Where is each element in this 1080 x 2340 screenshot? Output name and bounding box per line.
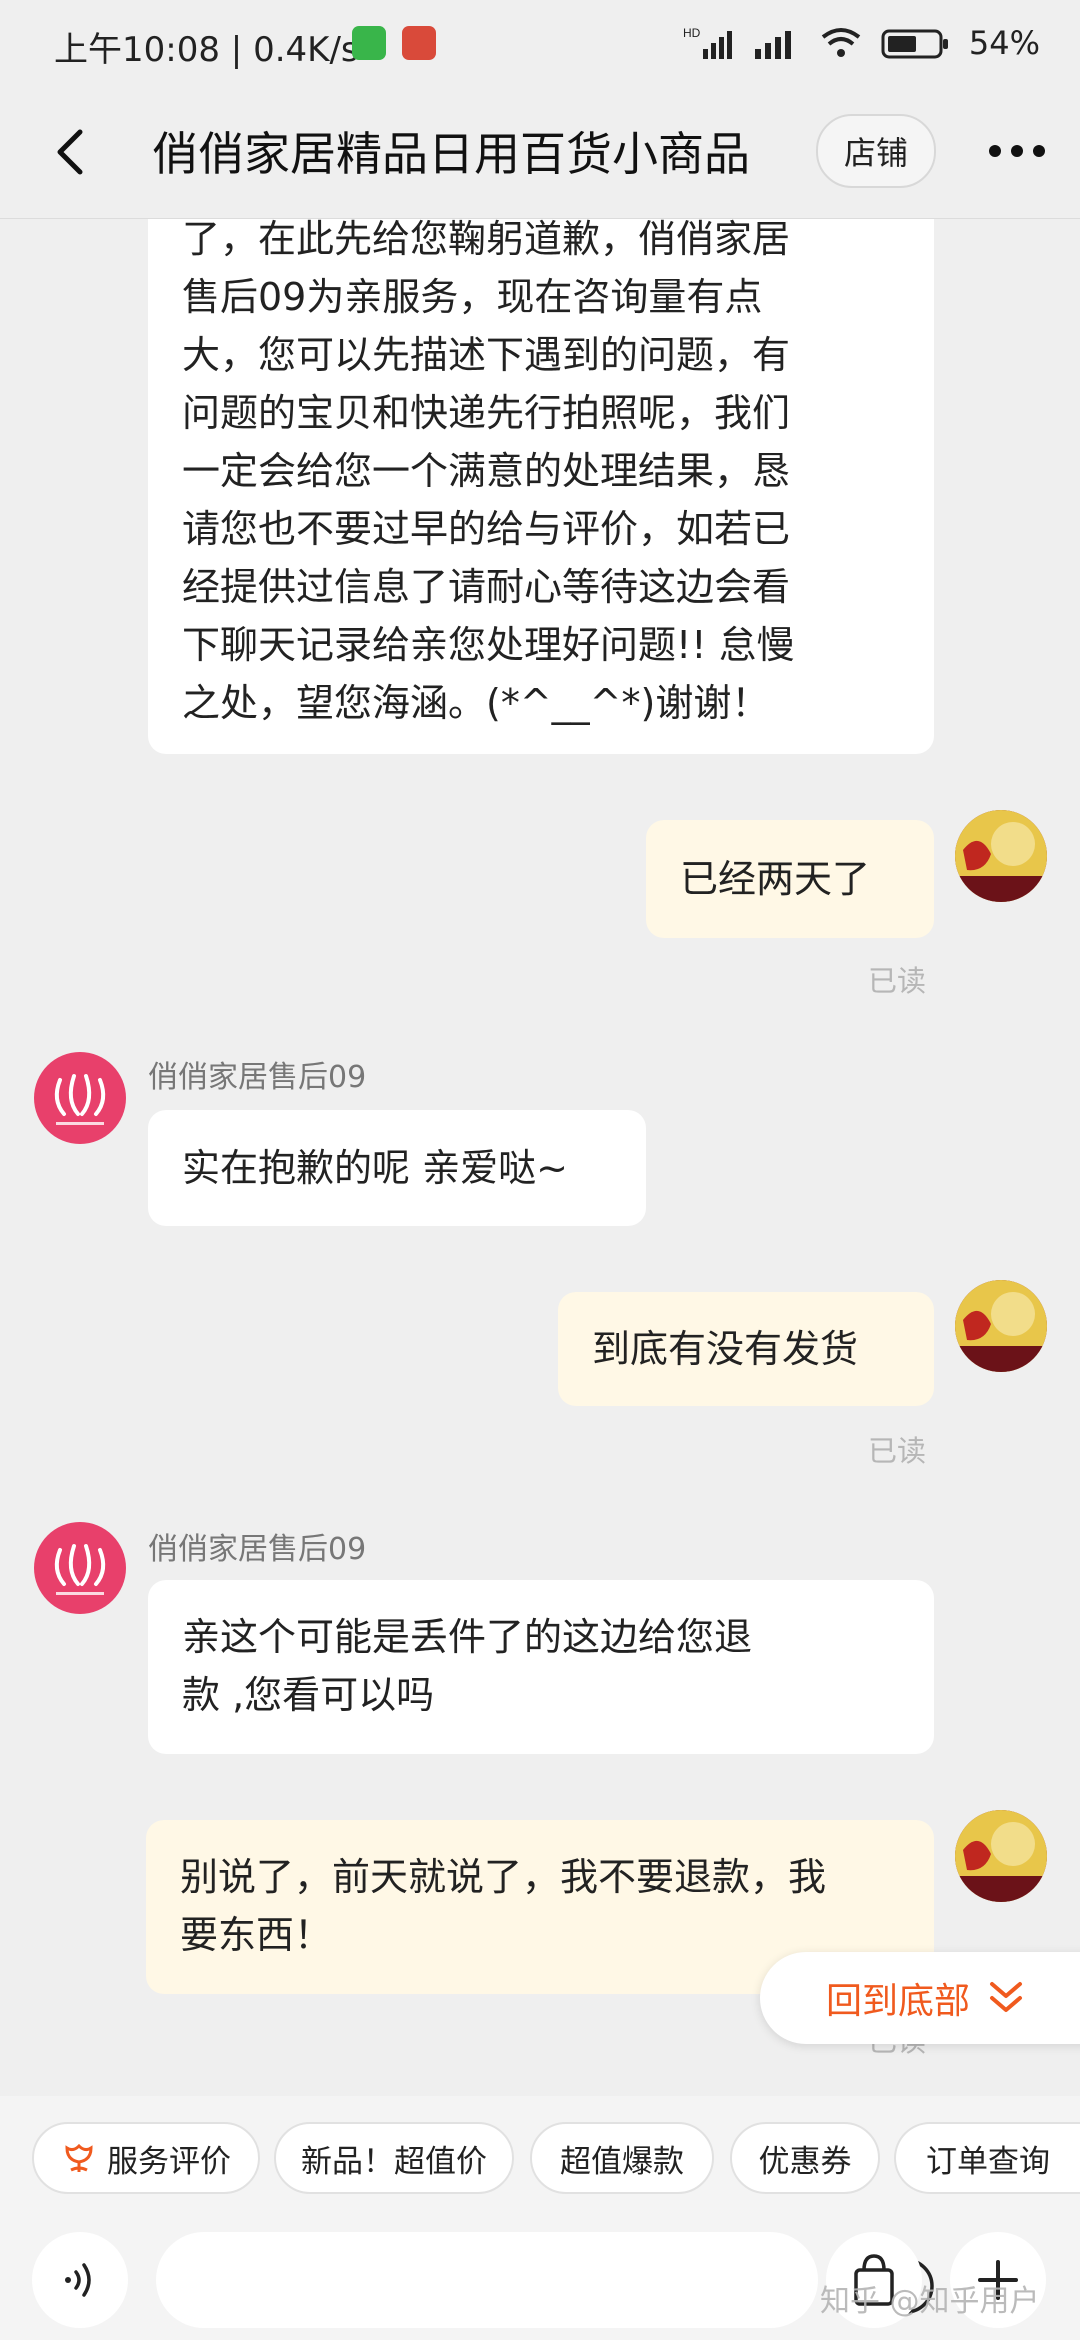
message-text: 到底有没有发货 — [592, 1327, 859, 1371]
shop-logo-icon — [54, 1074, 106, 1125]
shop-logo-icon — [54, 1544, 106, 1595]
watermark-text: 知乎 @知乎用户 — [820, 2284, 1040, 2319]
message-line: 亲这个可能是丢件了的这边给您退 — [182, 1615, 753, 1659]
message-bubble-me: 已经两天了 — [646, 820, 934, 938]
user-avatar[interactable] — [955, 1810, 1047, 1902]
voice-input-button[interactable] — [32, 2232, 128, 2328]
wechat-icon — [352, 26, 386, 60]
message-line: 大，您可以先描述下遇到的问题，有 — [182, 333, 791, 377]
toutiao-icon — [402, 26, 436, 60]
jump-to-bottom-button[interactable]: 回到底部 — [760, 1952, 1080, 2044]
voice-icon — [65, 2263, 91, 2297]
chip-service-rating[interactable]: 服务评价 — [32, 2122, 260, 2194]
message-input[interactable] — [156, 2232, 934, 2328]
message-text: 实在抱歉的呢 亲爱哒~ — [182, 1146, 568, 1190]
message-line: 一定会给您一个满意的处理结果，恳 — [182, 449, 791, 493]
chip-label: 超值爆款 — [560, 2143, 684, 2180]
shop-avatar[interactable] — [34, 1052, 126, 1144]
signal-icon — [754, 31, 791, 59]
quick-actions-bar: 服务评价 新品！超值价 超值爆款 优惠券 订单查询 — [0, 2096, 1080, 2222]
message-line: 下聊天记录给亲您处理好问题!! 怠慢 — [182, 623, 795, 667]
back-arrow-icon[interactable] — [42, 122, 102, 182]
rating-flower-icon — [65, 2143, 93, 2172]
message-bubble-shop: 亲这个可能是丢件了的这边给您退 款 ,您看可以吗 — [148, 1580, 934, 1754]
status-icons: HD 54% — [683, 20, 1040, 66]
message-line: 请您也不要过早的给与评价，如若已 — [182, 507, 791, 551]
message-line: 经提供过信息了请耐心等待这边会看 — [182, 565, 791, 609]
chip-new-products[interactable]: 新品！超值价 — [274, 2122, 514, 2194]
svg-text:HD: HD — [683, 26, 701, 40]
chip-label: 优惠券 — [758, 2143, 852, 2180]
header-overlay: 俏俏家居精品日用百货小商品 店铺 — [0, 86, 1080, 218]
chip-label: 订单查询 — [926, 2143, 1050, 2180]
user-avatar-image — [955, 1280, 1047, 1372]
sender-name: 俏俏家居售后09 — [148, 1060, 367, 1095]
message-text: 已经两天了 — [680, 857, 871, 901]
battery-percent: 54% — [968, 24, 1040, 62]
jump-to-bottom-label: 回到底部 — [826, 1981, 971, 2022]
shop-avatar[interactable] — [34, 1522, 126, 1614]
chip-label: 新品！超值价 — [301, 2143, 487, 2180]
user-avatar-image — [955, 810, 1047, 902]
message-line: 之处，望您海涵。(*^__^*)谢谢！ — [182, 681, 770, 725]
chip-coupons[interactable]: 优惠券 — [730, 2122, 880, 2194]
message-line: 问题的宝贝和快递先行拍照呢，我们 — [182, 391, 791, 435]
message-bubble-shop: 了，在此先给您鞠躬道歉，俏俏家居 售后09为亲服务，现在咨询量有点 大，您可以先… — [148, 186, 934, 754]
message-line: 别说了，前天就说了，我不要退款，我 — [180, 1855, 827, 1899]
sender-name: 俏俏家居售后09 — [148, 1532, 367, 1567]
status-time: 上午10:08 | 0.4K/s — [54, 22, 359, 71]
double-chevron-down-icon — [990, 1982, 1023, 2012]
chip-hot-deals[interactable]: 超值爆款 — [530, 2122, 714, 2194]
clock-text: 上午10:08 — [54, 30, 220, 70]
user-avatar[interactable] — [955, 1280, 1047, 1372]
hd-signal-icon: HD — [683, 26, 732, 59]
read-status: 已读 — [868, 1434, 927, 1468]
network-speed: 0.4K/s — [253, 30, 359, 70]
message-bubble-me: 到底有没有发货 — [558, 1292, 934, 1406]
user-avatar[interactable] — [955, 810, 1047, 902]
status-bar: 上午10:08 | 0.4K/s HD 54% — [0, 0, 1080, 86]
wifi-icon — [821, 28, 861, 57]
shop-button[interactable]: 店铺 — [816, 114, 936, 188]
status-separator: | — [230, 30, 243, 70]
chip-order-query[interactable]: 订单查询 — [894, 2122, 1080, 2194]
chat-title: 俏俏家居精品日用百货小商品 — [152, 127, 750, 181]
chip-label: 服务评价 — [107, 2143, 231, 2180]
more-options-icon[interactable] — [985, 131, 1049, 171]
read-status: 已读 — [868, 964, 927, 998]
user-avatar-image — [955, 1810, 1047, 1902]
battery-icon — [881, 29, 948, 59]
message-line: 售后09为亲服务，现在咨询量有点 — [182, 275, 763, 319]
message-line: 款 ,您看可以吗 — [182, 1673, 435, 1717]
message-bubble-shop: 实在抱歉的呢 亲爱哒~ — [148, 1110, 646, 1226]
